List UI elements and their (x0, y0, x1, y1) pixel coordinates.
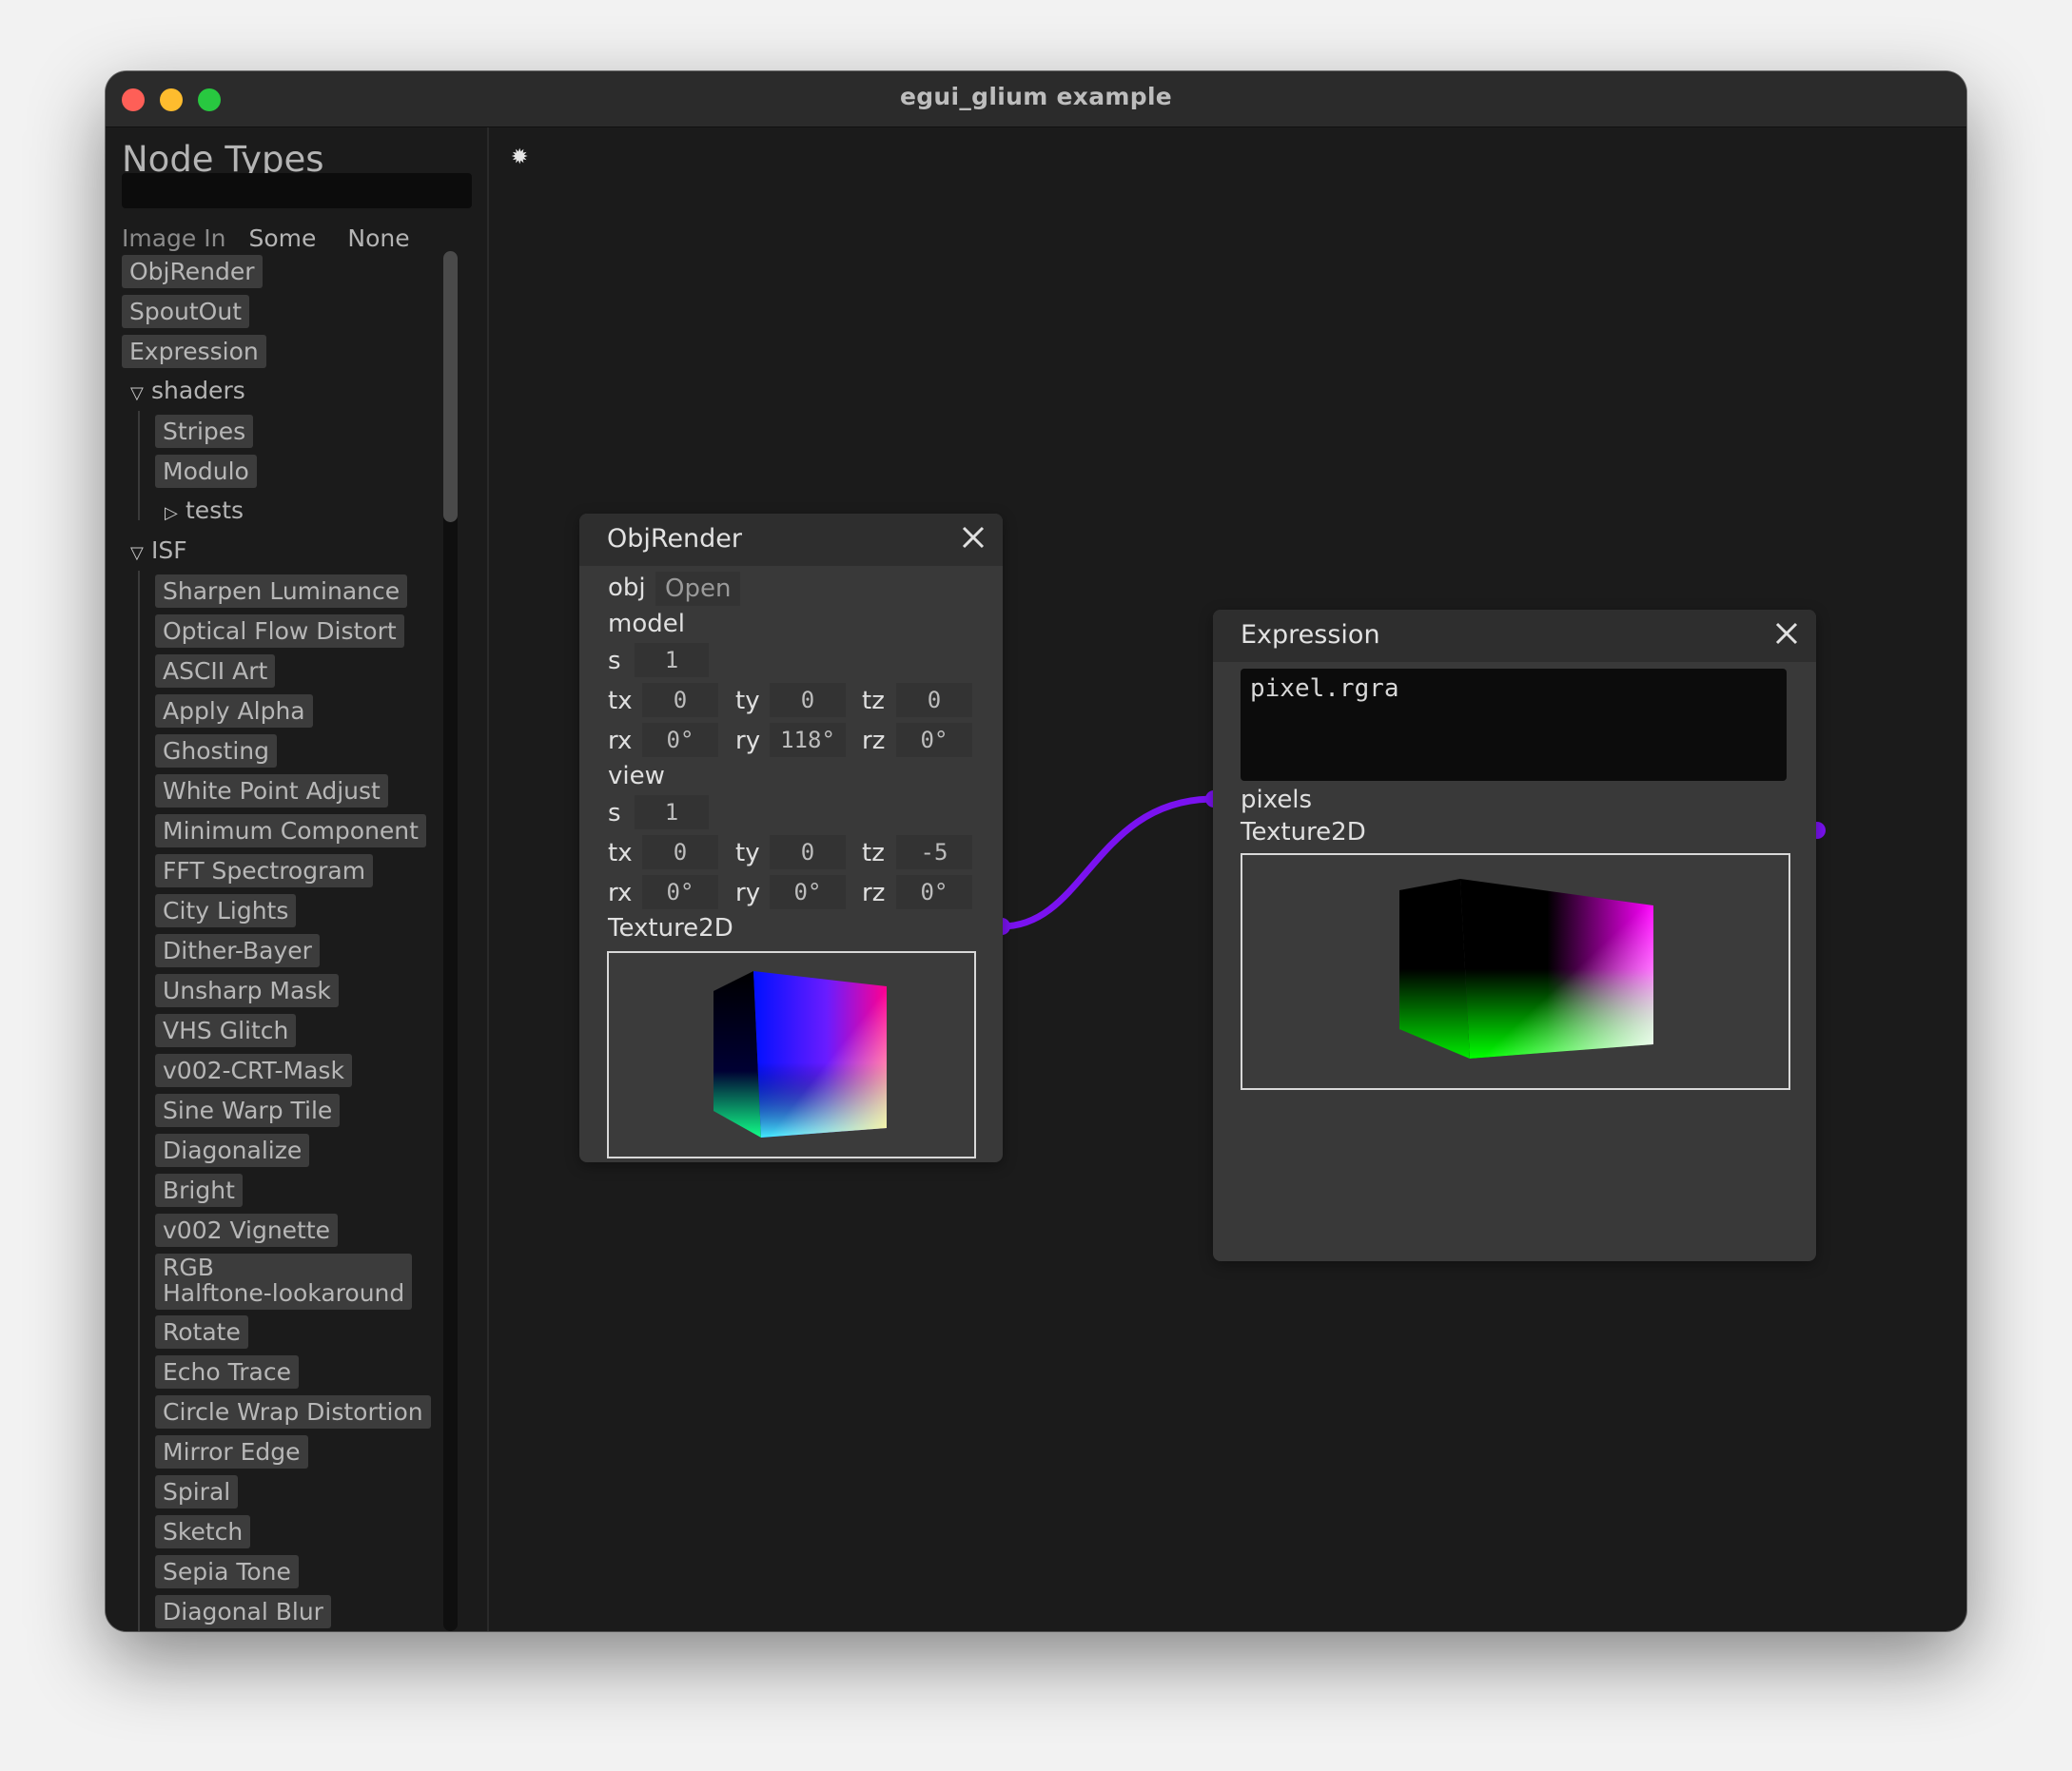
model-rx-field[interactable]: 0° (642, 723, 718, 757)
model-ty-label: ty (735, 687, 760, 715)
view-ty-label: ty (735, 839, 760, 867)
model-tx-field[interactable]: 0 (642, 683, 718, 717)
view-rz-label: rz (862, 879, 886, 907)
model-tx-label: tx (608, 687, 633, 715)
node-title: Expression (1241, 620, 1380, 650)
objrender-node[interactable]: ObjRender obj Open model s 1 tx 0 ty 0 t… (579, 514, 1003, 1162)
model-rz-field[interactable]: 0° (896, 723, 972, 757)
model-ry-label: ry (735, 727, 761, 755)
app-window: egui_glium example Node Types Image In S… (106, 71, 1966, 1631)
model-tz-field[interactable]: 0 (896, 683, 972, 717)
render-preview (607, 951, 976, 1158)
view-tx-field[interactable]: 0 (642, 835, 718, 869)
view-rx-label: rx (608, 879, 633, 907)
view-ty-field[interactable]: 0 (770, 835, 846, 869)
view-label: view (608, 762, 665, 790)
model-label: model (608, 610, 685, 638)
view-ry-field[interactable]: 0° (770, 875, 846, 909)
input-pixels-label: pixels (1241, 786, 1313, 814)
node-header[interactable]: Expression (1213, 610, 1816, 662)
view-tz-field[interactable]: -5 (896, 835, 972, 869)
model-ry-field[interactable]: 118° (770, 723, 846, 757)
view-rx-field[interactable]: 0° (642, 875, 718, 909)
close-icon[interactable] (957, 521, 989, 554)
view-tz-label: tz (862, 839, 885, 867)
close-icon[interactable] (1770, 617, 1803, 650)
node-header[interactable]: ObjRender (579, 514, 1003, 566)
view-s-label: s (608, 799, 621, 827)
view-rz-field[interactable]: 0° (896, 875, 972, 909)
obj-label: obj (608, 574, 646, 602)
expression-preview (1241, 853, 1790, 1090)
view-s-field[interactable]: 1 (635, 795, 709, 829)
model-s-label: s (608, 647, 621, 675)
view-ry-label: ry (735, 879, 761, 907)
output-texture-label: Texture2D (608, 914, 733, 943)
output-texture-label: Texture2D (1241, 818, 1366, 847)
model-s-field[interactable]: 1 (635, 643, 709, 677)
view-tx-label: tx (608, 839, 633, 867)
expression-code-editor[interactable]: pixel.rgra (1241, 669, 1787, 781)
open-obj-button[interactable]: Open (655, 572, 741, 606)
expression-node[interactable]: Expression pixel.rgra pixels Texture2D (1213, 610, 1816, 1261)
node-title: ObjRender (607, 524, 743, 554)
model-rx-label: rx (608, 727, 633, 755)
model-rz-label: rz (862, 727, 886, 755)
model-tz-label: tz (862, 687, 885, 715)
model-ty-field[interactable]: 0 (770, 683, 846, 717)
